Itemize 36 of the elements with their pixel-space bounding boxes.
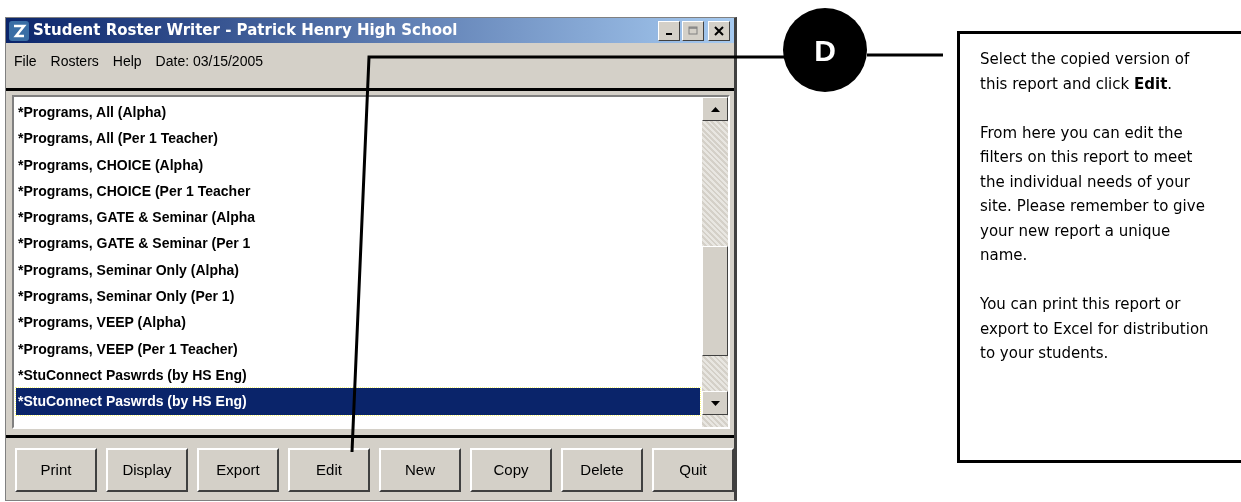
list-item[interactable]: *StuConnect Paswrds (by HS Eng)	[16, 361, 700, 389]
list-item[interactable]: *Programs, CHOICE (Per 1 Teacher	[16, 177, 700, 205]
instruction-text: From here you can edit the filters on this report to meet the individual needs of your site. Please remember to give your new report a unique name.	[980, 122, 1206, 266]
close-button[interactable]	[708, 20, 730, 41]
scrollbar[interactable]	[702, 97, 728, 427]
window-title: Student Roster Writer - Patrick Henry High School	[33, 20, 459, 42]
scroll-up-icon[interactable]	[710, 106, 720, 112]
instruction-text: Select the copied version of this report and click Edit.	[980, 49, 1191, 95]
action-button[interactable]: New	[379, 448, 461, 492]
list-item[interactable]: *Programs, VEEP (Per 1 Teacher)	[16, 335, 700, 362]
menu-item[interactable]: Help	[112, 51, 142, 72]
action-button[interactable]: Copy	[470, 448, 552, 492]
action-button[interactable]: Export	[197, 448, 279, 492]
instruction-text: You can print this report or export to Excel for distribution to your students.	[980, 294, 1210, 364]
list-item[interactable]: *Programs, CHOICE (Alpha)	[16, 151, 700, 178]
scroll-down-icon[interactable]	[710, 400, 720, 406]
list-item[interactable]: *Programs, VEEP (Alpha)	[16, 309, 700, 336]
list-item[interactable]: *Programs, Seminar Only (Per 1)	[16, 283, 700, 310]
list-item[interactable]: *Programs, GATE & Seminar (Alpha	[16, 204, 700, 231]
action-button[interactable]: Quit	[652, 448, 734, 492]
app-icon	[9, 20, 29, 41]
action-button[interactable]: Display	[106, 448, 188, 492]
action-button[interactable]: Print	[15, 448, 97, 492]
step-marker: D	[783, 8, 867, 92]
minimize-button[interactable]	[658, 20, 680, 41]
list-item[interactable]: *Programs, GATE & Seminar (Per 1	[16, 230, 700, 257]
list-item[interactable]: *Programs, All (Alpha)	[16, 99, 700, 126]
menu-item[interactable]: Rosters	[50, 51, 99, 72]
list-item[interactable]: *Programs, Seminar Only (Alpha)	[16, 256, 700, 284]
list-item[interactable]: *StuConnect Paswrds (by HS Eng)	[16, 388, 700, 415]
close-icon[interactable]	[714, 25, 724, 36]
date-label: Date: 03/15/2005	[155, 52, 263, 71]
action-button[interactable]: Delete	[561, 448, 643, 492]
list-item[interactable]: *Programs, All (Per 1 Teacher)	[16, 125, 700, 152]
action-button[interactable]: Edit	[288, 448, 370, 492]
menu-item[interactable]: File	[14, 51, 37, 72]
